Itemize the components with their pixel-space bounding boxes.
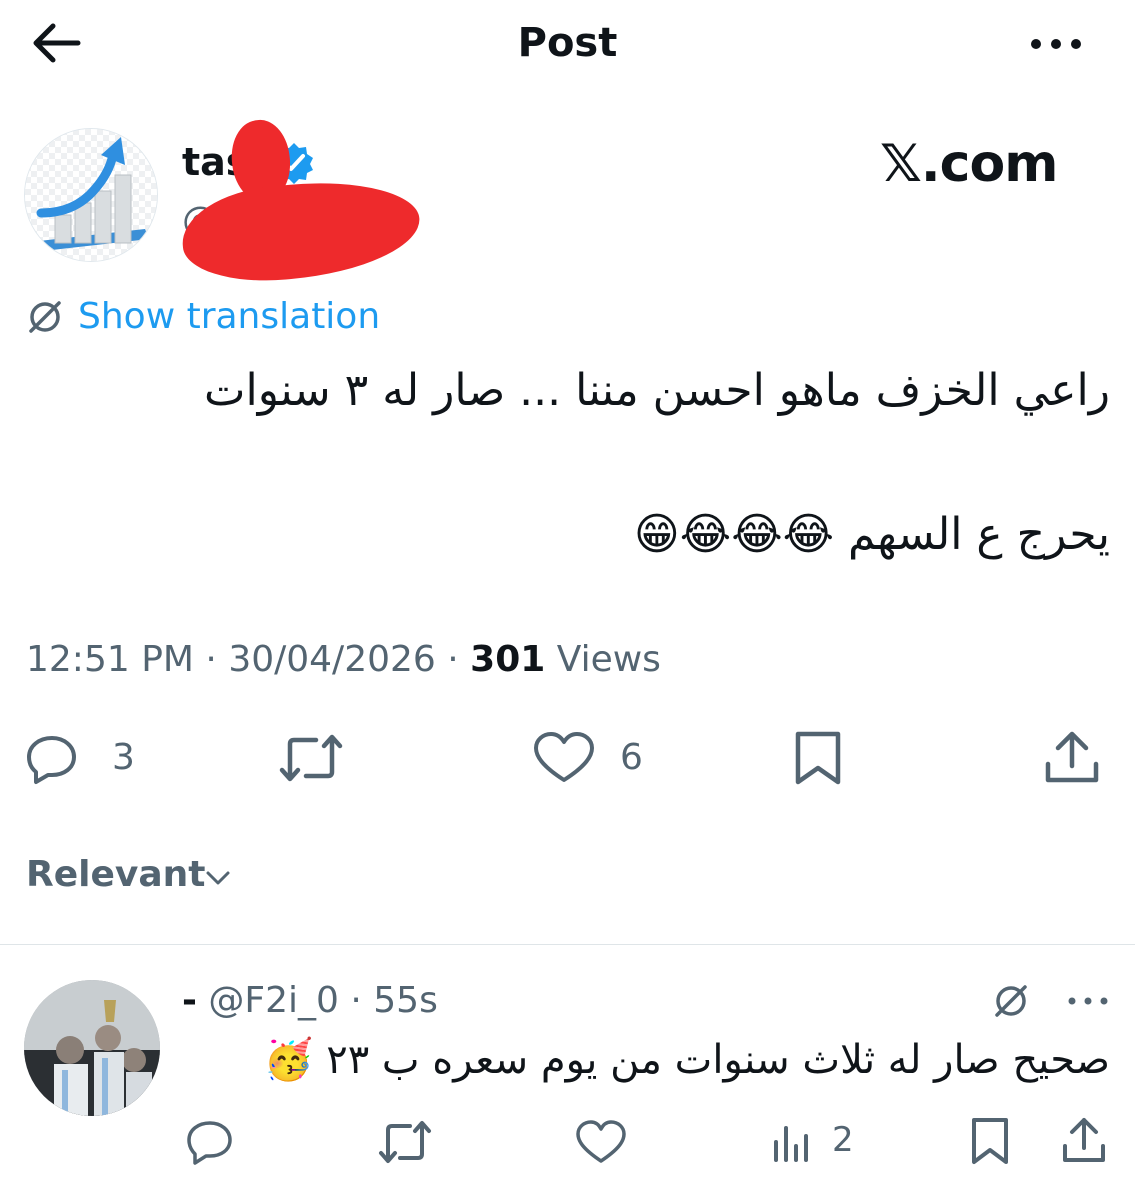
meta-separator: · (338, 980, 374, 1021)
more-options-button[interactable] (1024, 22, 1088, 66)
reply-share-button[interactable] (1060, 1114, 1108, 1166)
user-photo-icon (24, 980, 160, 1116)
redaction-mark (178, 173, 424, 289)
share-icon (1045, 731, 1099, 783)
author-avatar[interactable] (24, 128, 158, 262)
repost-icon (279, 734, 343, 782)
heart-icon (534, 732, 594, 782)
meta-separator: · (193, 639, 229, 680)
reply-author-avatar[interactable] (24, 980, 160, 1116)
bookmark-icon (972, 1118, 1008, 1164)
repost-icon (379, 1121, 431, 1163)
divider (0, 944, 1135, 945)
reply-author-handle[interactable]: @F2i_0 (197, 980, 339, 1021)
views-label: Views (545, 639, 661, 680)
reply-like-button[interactable] (574, 1118, 628, 1166)
reply-reply-button[interactable] (184, 1118, 236, 1166)
reply-more-button[interactable] (1066, 990, 1110, 1012)
chevron-down-icon[interactable] (204, 864, 232, 892)
reply-time[interactable]: 55s (373, 980, 438, 1021)
post-text-line: راعي الخزف ماهو احسن مننا ... صار له ٣ س… (204, 365, 1110, 416)
repost-action-button[interactable] (276, 730, 346, 786)
bookmark-icon (795, 731, 841, 785)
reply-count: 3 (112, 737, 135, 778)
more-horizontal-icon (1068, 997, 1108, 1005)
bookmark-action-button[interactable] (790, 730, 846, 786)
share-action-button[interactable] (1042, 728, 1102, 786)
reply-icon (187, 1121, 232, 1165)
x-com-watermark: 𝕏.com (880, 134, 1058, 194)
rising-chart-icon (25, 129, 157, 261)
reply-header: - @F2i_0 · 55s (182, 978, 438, 1024)
page-title: Post (517, 20, 618, 66)
analytics-icon (774, 1126, 808, 1162)
meta-separator: · (435, 639, 471, 680)
views-count[interactable]: 301 (470, 639, 545, 680)
post-meta: 12:51 PM · 30/04/2026 · 301 Views (26, 636, 661, 684)
like-count: 6 (620, 737, 643, 778)
translate-icon[interactable] (26, 298, 64, 336)
reply-bookmark-button[interactable] (968, 1116, 1012, 1166)
translate-icon[interactable] (992, 982, 1030, 1020)
like-action-button[interactable]: 6 (532, 730, 662, 786)
share-icon (1063, 1118, 1105, 1162)
replies-sort-dropdown[interactable]: Relevant (26, 852, 206, 898)
reply-icon (27, 736, 76, 784)
reply-action-button[interactable]: 3 (24, 730, 154, 786)
post-time[interactable]: 12:51 PM (26, 639, 194, 680)
reply-text: صحيح صار له ثلاث سنوات من يوم سعره ب ٢٣ … (263, 1037, 1110, 1083)
show-translation-link[interactable]: Show translation (78, 294, 380, 340)
heart-icon (576, 1120, 626, 1163)
reply-views-count: 2 (832, 1120, 854, 1160)
reply-views-button[interactable]: 2 (770, 1118, 870, 1166)
more-horizontal-icon (1031, 39, 1081, 49)
post-date[interactable]: 30/04/2026 (228, 639, 436, 680)
reply-author-name[interactable]: - (182, 980, 197, 1021)
post-text-line: يحرج ع السهم 😂😂😂😁 (633, 509, 1110, 560)
reply-repost-button[interactable] (376, 1118, 434, 1166)
